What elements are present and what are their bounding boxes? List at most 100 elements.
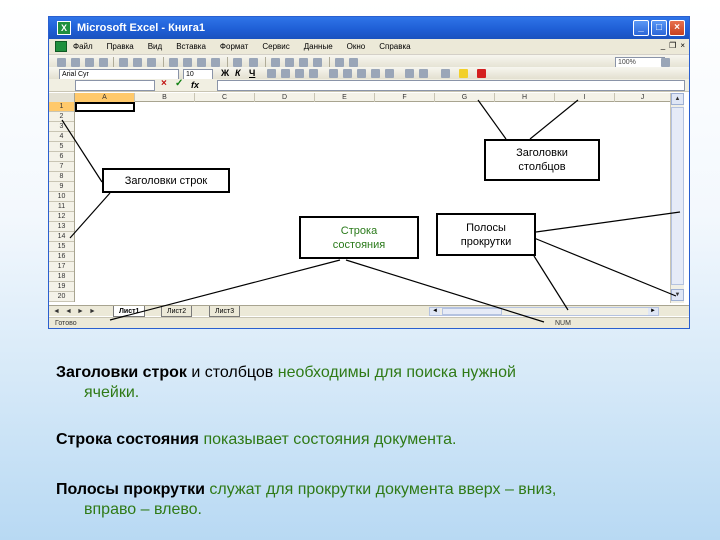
sheet-tab[interactable]: Лист2: [161, 306, 193, 317]
row-header[interactable]: 5: [49, 142, 74, 152]
paste-icon[interactable]: [197, 58, 206, 67]
prev-sheet-icon[interactable]: ◄: [65, 306, 72, 317]
align-left-icon[interactable]: [267, 69, 276, 78]
increase-indent-icon[interactable]: [419, 69, 428, 78]
hyperlink-icon[interactable]: [271, 58, 280, 67]
row-header[interactable]: 16: [49, 252, 74, 262]
redo-icon[interactable]: [249, 58, 258, 67]
menu-format[interactable]: Формат: [220, 42, 248, 51]
scroll-up-icon[interactable]: ▲: [671, 93, 684, 105]
new-icon[interactable]: [57, 58, 66, 67]
horizontal-scroll-thumb[interactable]: [442, 308, 502, 315]
column-header[interactable]: G: [435, 93, 495, 102]
select-all-corner[interactable]: [49, 93, 75, 102]
column-header[interactable]: A: [75, 93, 135, 102]
sheet-tab[interactable]: Лист3: [209, 306, 241, 317]
save-icon[interactable]: [85, 58, 94, 67]
comma-style-icon[interactable]: [357, 69, 366, 78]
permission-icon[interactable]: [99, 58, 108, 67]
row-header[interactable]: 19: [49, 282, 74, 292]
last-sheet-icon[interactable]: ►: [89, 306, 96, 317]
row-header[interactable]: 13: [49, 222, 74, 232]
cut-icon[interactable]: [169, 58, 178, 67]
row-header[interactable]: 1: [49, 102, 74, 112]
fill-color-icon[interactable]: [459, 69, 468, 78]
cell-grid[interactable]: [75, 102, 671, 302]
column-header[interactable]: H: [495, 93, 555, 102]
doc-minimize-icon[interactable]: _: [661, 41, 665, 50]
sheet-tab[interactable]: Лист1: [113, 306, 146, 317]
decrease-indent-icon[interactable]: [405, 69, 414, 78]
menu-insert[interactable]: Вставка: [176, 42, 206, 51]
insert-function-icon[interactable]: fx: [191, 80, 199, 90]
row-header[interactable]: 20: [49, 292, 74, 302]
doc-restore-icon[interactable]: ❐: [669, 41, 676, 50]
scroll-right-icon[interactable]: ►: [648, 308, 658, 315]
autosum-icon[interactable]: [285, 58, 294, 67]
row-header[interactable]: 17: [49, 262, 74, 272]
format-painter-icon[interactable]: [211, 58, 220, 67]
borders-icon[interactable]: [441, 69, 450, 78]
row-header[interactable]: 15: [49, 242, 74, 252]
maximize-button[interactable]: □: [651, 20, 667, 36]
row-header[interactable]: 9: [49, 182, 74, 192]
spelling-icon[interactable]: [147, 58, 156, 67]
row-header[interactable]: 3: [49, 122, 74, 132]
column-header[interactable]: C: [195, 93, 255, 102]
close-button[interactable]: ×: [669, 20, 685, 36]
column-header[interactable]: D: [255, 93, 315, 102]
undo-icon[interactable]: [233, 58, 242, 67]
menu-tools[interactable]: Сервис: [262, 42, 289, 51]
menu-edit[interactable]: Правка: [107, 42, 134, 51]
column-header[interactable]: B: [135, 93, 195, 102]
horizontal-scrollbar[interactable]: ◄ ►: [429, 307, 659, 316]
sort-ascending-icon[interactable]: [299, 58, 308, 67]
scroll-down-icon[interactable]: ▼: [671, 289, 684, 301]
row-header[interactable]: 4: [49, 132, 74, 142]
menu-help[interactable]: Справка: [379, 42, 410, 51]
percent-icon[interactable]: [343, 69, 352, 78]
menu-window[interactable]: Окно: [347, 42, 366, 51]
first-sheet-icon[interactable]: ◄: [53, 306, 60, 317]
currency-icon[interactable]: [329, 69, 338, 78]
row-header[interactable]: 12: [49, 212, 74, 222]
vertical-scrollbar[interactable]: ▲ ▼: [670, 93, 684, 303]
row-header[interactable]: 18: [49, 272, 74, 282]
row-header[interactable]: 14: [49, 232, 74, 242]
copy-icon[interactable]: [183, 58, 192, 67]
column-header[interactable]: F: [375, 93, 435, 102]
name-box[interactable]: [75, 80, 155, 91]
decrease-decimal-icon[interactable]: [385, 69, 394, 78]
scroll-left-icon[interactable]: ◄: [430, 308, 440, 315]
font-color-icon[interactable]: [477, 69, 486, 78]
align-right-icon[interactable]: [295, 69, 304, 78]
increase-decimal-icon[interactable]: [371, 69, 380, 78]
sort-descending-icon[interactable]: [313, 58, 322, 67]
minimize-button[interactable]: _: [633, 20, 649, 36]
workbook-icon[interactable]: [55, 41, 67, 52]
column-header[interactable]: E: [315, 93, 375, 102]
row-header[interactable]: 11: [49, 202, 74, 212]
menu-view[interactable]: Вид: [148, 42, 162, 51]
italic-button[interactable]: К: [235, 68, 241, 78]
row-header[interactable]: 2: [49, 112, 74, 122]
column-header[interactable]: J: [615, 93, 671, 102]
row-header[interactable]: 6: [49, 152, 74, 162]
align-center-icon[interactable]: [281, 69, 290, 78]
doc-close-icon[interactable]: ×: [680, 41, 685, 50]
menu-data[interactable]: Данные: [304, 42, 333, 51]
row-header[interactable]: 10: [49, 192, 74, 202]
formula-input[interactable]: [217, 80, 685, 91]
help-icon[interactable]: [661, 58, 670, 67]
column-header[interactable]: I: [555, 93, 615, 102]
bold-button[interactable]: Ж: [221, 68, 229, 78]
active-cell[interactable]: [75, 102, 135, 112]
chart-wizard-icon[interactable]: [335, 58, 344, 67]
next-sheet-icon[interactable]: ►: [77, 306, 84, 317]
open-icon[interactable]: [71, 58, 80, 67]
drawing-icon[interactable]: [349, 58, 358, 67]
vertical-scroll-thumb[interactable]: [671, 107, 684, 285]
cancel-icon[interactable]: ×: [161, 78, 167, 89]
enter-icon[interactable]: ✓: [175, 78, 183, 89]
print-preview-icon[interactable]: [133, 58, 142, 67]
